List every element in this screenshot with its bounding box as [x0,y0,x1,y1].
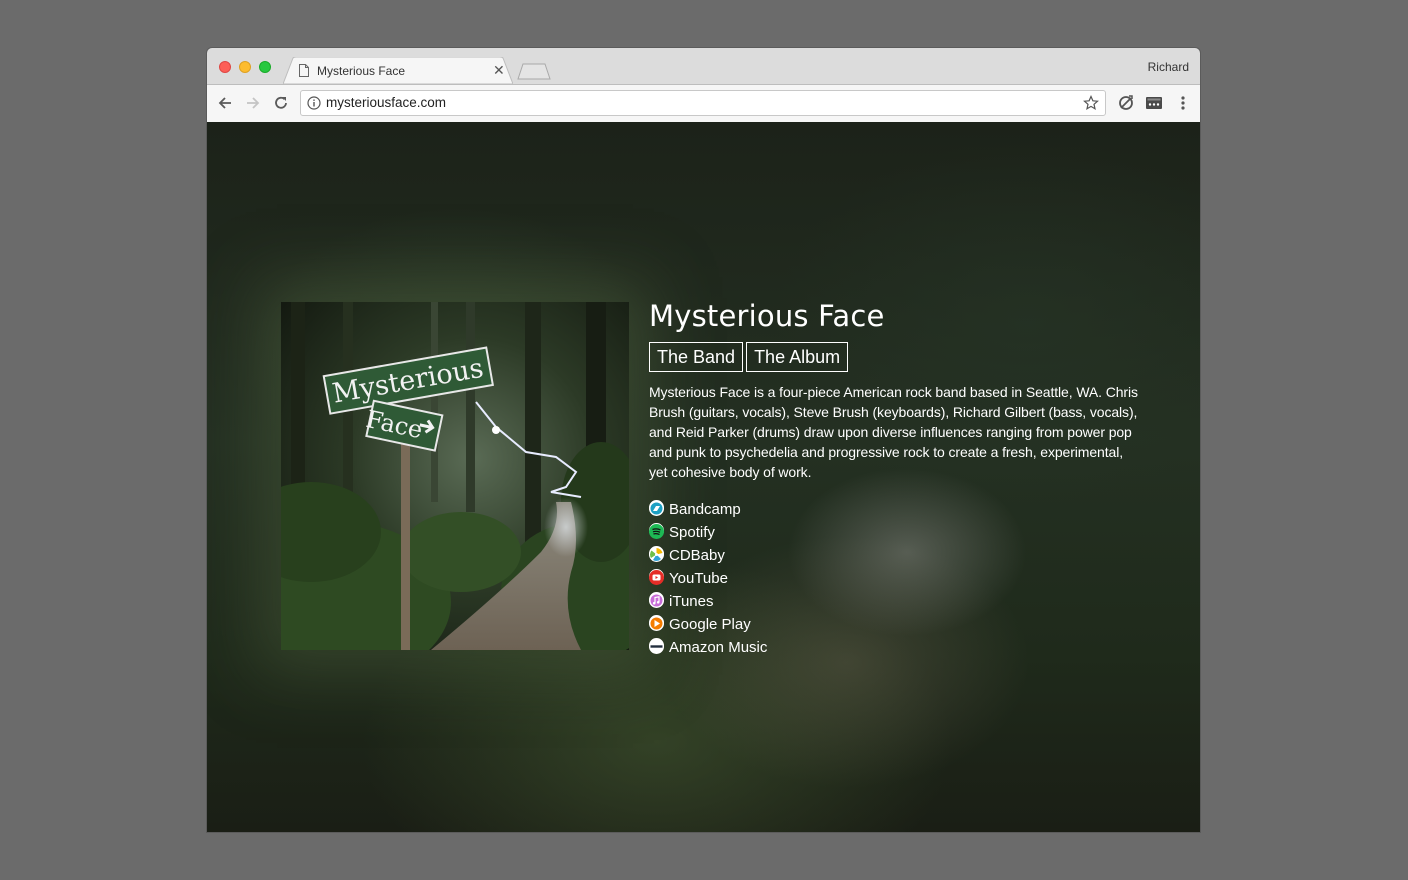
profile-name[interactable]: Richard [1148,60,1189,74]
page-icon [299,64,309,77]
address-bar[interactable]: mysteriousface.com [300,90,1106,116]
url-text: mysteriousface.com [326,95,447,110]
back-arrow-icon[interactable] [216,94,234,112]
nav-the-band-button[interactable]: The Band [649,342,744,372]
youtube-icon [649,569,664,585]
password-extension-icon[interactable] [1145,94,1163,112]
link-google-play-label: Google Play [669,616,751,633]
link-bandcamp-label: Bandcamp [669,501,741,518]
window-minimize-button[interactable] [239,61,251,73]
band-nav: The Band The Album [649,342,1139,372]
link-youtube-label: YouTube [669,570,728,587]
link-google-play[interactable]: Google Play [649,613,1139,636]
link-cdbaby[interactable]: CDBaby [649,544,1139,567]
album-artwork: Mysterious Face [281,302,629,650]
new-tab-button[interactable] [517,63,551,80]
window-close-button[interactable] [219,61,231,73]
link-spotify-label: Spotify [669,524,715,541]
band-description: Mysterious Face is a four-piece American… [649,384,1138,480]
reload-icon[interactable] [272,94,290,112]
itunes-icon [649,592,664,608]
tab-title: Mysterious Face [317,64,406,78]
bookmark-star-icon[interactable] [1083,95,1099,111]
info-icon[interactable] [307,96,321,110]
link-amazon-music-label: Amazon Music [669,639,768,656]
tab-strip: Mysterious Face ✕ Richard [207,48,1200,84]
spotify-icon [649,523,664,539]
browser-window: Mysterious Face ✕ Richard mysteriousface… [207,48,1200,832]
link-bandcamp[interactable]: Bandcamp [649,498,1139,521]
browser-toolbar: mysteriousface.com [207,84,1200,122]
album-cover: Mysterious Face [281,302,629,650]
window-maximize-button[interactable] [259,61,271,73]
link-itunes-label: iTunes [669,593,714,610]
link-spotify[interactable]: Spotify [649,521,1139,544]
streaming-links: Bandcamp Spotify CDBaby YouTube iTunes G… [649,498,1139,659]
tab-mysterious-face[interactable]: Mysterious Face ✕ [283,57,513,84]
forward-arrow-icon[interactable] [244,94,262,112]
google-play-icon [649,615,664,631]
bandcamp-icon [649,500,664,516]
band-info: Mysterious Face The Band The Album Myster… [649,296,1139,659]
link-amazon-music[interactable]: Amazon Music [649,636,1139,659]
amazon-music-icon [649,638,664,654]
sync-extension-icon[interactable] [1117,94,1135,112]
link-itunes[interactable]: iTunes [649,590,1139,613]
link-cdbaby-label: CDBaby [669,547,725,564]
nav-the-album-button[interactable]: The Album [746,342,849,372]
tab-close-icon[interactable]: ✕ [493,63,505,77]
more-menu-icon[interactable] [1174,94,1192,112]
page-viewport: Mysterious Face Mysterious Face The Band… [207,122,1200,832]
cdbaby-icon [649,546,664,562]
link-youtube[interactable]: YouTube [649,567,1139,590]
band-title: Mysterious Face [649,299,885,333]
